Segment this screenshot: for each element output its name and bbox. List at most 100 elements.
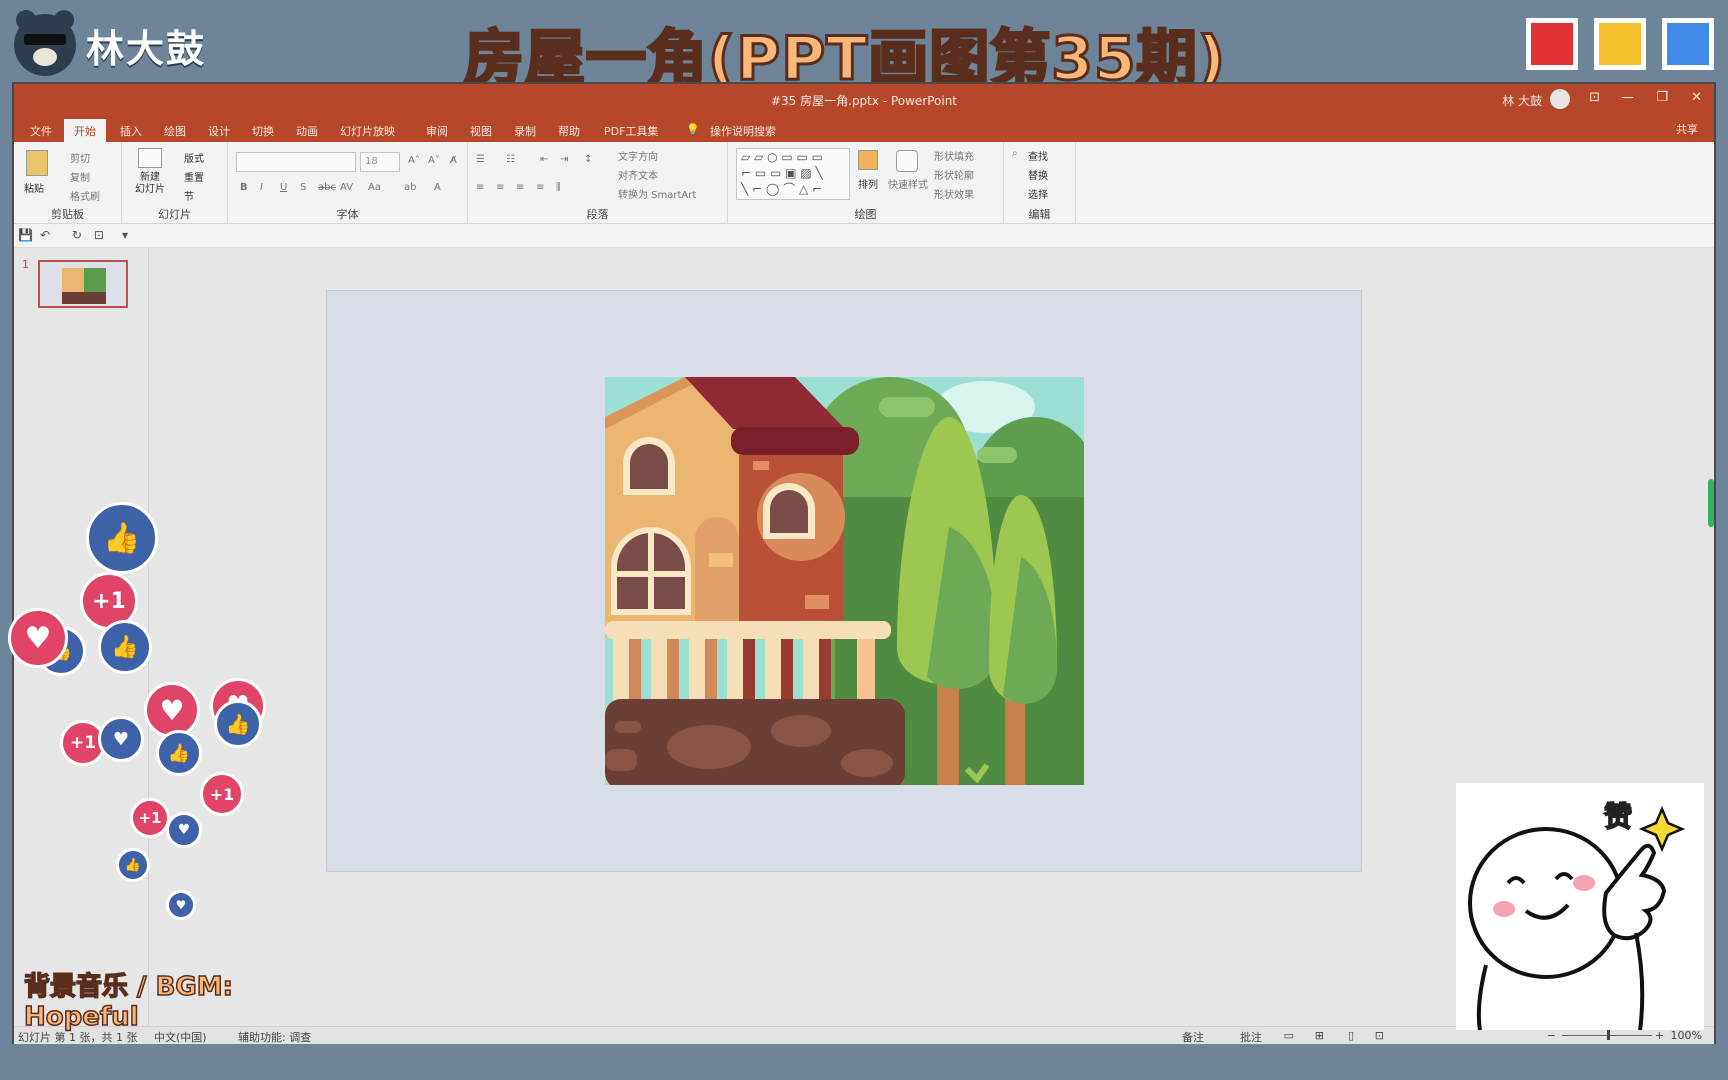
- align-text-button[interactable]: 对齐文本: [618, 167, 658, 182]
- select-button[interactable]: 选择: [1028, 186, 1048, 201]
- layout-button[interactable]: 版式: [184, 150, 204, 165]
- text-direction-button[interactable]: 文字方向: [618, 148, 658, 163]
- thumbs-up-icon: 👍: [98, 620, 152, 674]
- tab-draw[interactable]: 绘图: [154, 119, 196, 142]
- sticker-character-icon: [1468, 805, 1686, 1032]
- format-painter-button[interactable]: 格式刷: [70, 188, 100, 203]
- align-center-icon[interactable]: ≡: [496, 182, 504, 193]
- underline-icon[interactable]: U: [280, 182, 287, 193]
- columns-icon[interactable]: ⫼: [556, 182, 561, 193]
- increase-indent-icon[interactable]: ⇥: [560, 154, 568, 165]
- numbering-icon[interactable]: ☷: [506, 154, 515, 165]
- user-name[interactable]: 林 大鼓: [1502, 92, 1542, 109]
- scroll-handle[interactable]: [1708, 479, 1714, 527]
- clipboard-label: 剪贴板: [51, 208, 84, 221]
- tab-file[interactable]: 文件: [20, 119, 62, 142]
- shape-effects-button[interactable]: 形状效果: [934, 186, 974, 201]
- minimize-icon[interactable]: —: [1621, 90, 1634, 105]
- undo-icon[interactable]: ↶: [40, 228, 50, 242]
- ribbon-display-icon[interactable]: ⊡: [1589, 90, 1600, 105]
- strikethrough-icon[interactable]: abc: [318, 182, 336, 193]
- reset-button[interactable]: 重置: [184, 169, 204, 184]
- tab-slideshow[interactable]: 幻灯片放映: [330, 119, 405, 142]
- zoom-slider-thumb[interactable]: [1607, 1030, 1610, 1040]
- customize-qat-icon[interactable]: ▾: [122, 228, 128, 242]
- restore-icon[interactable]: ❐: [1656, 90, 1668, 105]
- zoom-level[interactable]: 100%: [1671, 1029, 1702, 1042]
- shadow-icon[interactable]: S: [300, 182, 306, 193]
- slides-label: 幻灯片: [158, 208, 191, 221]
- new-slide-icon[interactable]: [138, 148, 162, 168]
- section-button[interactable]: 节: [184, 188, 194, 203]
- highlight-icon[interactable]: ab: [404, 182, 416, 193]
- font-color-icon[interactable]: A: [434, 182, 441, 193]
- tab-review[interactable]: 审阅: [416, 119, 458, 142]
- hill-highlight: [879, 397, 935, 417]
- share-button[interactable]: 共享: [1676, 121, 1698, 137]
- heart-icon: ♥: [8, 608, 68, 668]
- slide-canvas[interactable]: [326, 290, 1362, 872]
- plus-one-badge: +1: [200, 772, 244, 816]
- font-label: 字体: [336, 208, 359, 221]
- user-avatar-icon[interactable]: [1550, 89, 1570, 109]
- spacing-icon[interactable]: AV: [340, 182, 353, 193]
- tab-home[interactable]: 开始: [64, 119, 106, 142]
- shape-fill-button[interactable]: 形状填充: [934, 148, 974, 163]
- grow-font-icon[interactable]: A˄: [408, 155, 420, 166]
- slide-thumbnail[interactable]: [38, 260, 128, 308]
- new-slide-button[interactable]: 新建 幻灯片: [130, 172, 170, 196]
- tell-me-search[interactable]: 操作说明搜索: [700, 119, 786, 142]
- tab-design[interactable]: 设计: [198, 119, 240, 142]
- tab-view[interactable]: 视图: [460, 119, 502, 142]
- tab-pdf-tools[interactable]: PDF工具集: [594, 119, 668, 142]
- zoom-out-icon[interactable]: −: [1547, 1029, 1556, 1042]
- replace-button[interactable]: 替换: [1028, 167, 1048, 182]
- shapes-gallery[interactable]: ▱ ▱ ○ ▭ ▭ ▭ ⌐ ▭ ▭ ▣ ▨ ╲ ╲ ⌐ ◯ ⌒ △ ⌐: [736, 148, 850, 200]
- comments-button[interactable]: 批注: [1240, 1029, 1262, 1045]
- line-spacing-icon[interactable]: ↕: [584, 154, 592, 165]
- zoom-in-icon[interactable]: +: [1655, 1029, 1664, 1042]
- reading-view-icon[interactable]: ▯: [1348, 1029, 1354, 1042]
- font-size-select[interactable]: 18: [360, 152, 400, 172]
- close-icon[interactable]: ✕: [1691, 90, 1702, 105]
- arrange-button[interactable]: 排列: [858, 176, 878, 191]
- justify-icon[interactable]: ≡: [536, 182, 544, 193]
- drawing-group: ▱ ▱ ○ ▭ ▭ ▭ ⌐ ▭ ▭ ▣ ▨ ╲ ╲ ⌐ ◯ ⌒ △ ⌐ 排列 快速样…: [728, 142, 1004, 224]
- ribbon: 粘贴 剪切 复制 格式刷 剪贴板 新建 幻灯片 版式 重置 节 幻灯片 18 A˄…: [14, 142, 1714, 224]
- clear-format-icon[interactable]: A̸: [450, 155, 457, 166]
- align-left-icon[interactable]: ≡: [476, 182, 484, 193]
- bullets-icon[interactable]: ☰: [476, 154, 485, 165]
- align-right-icon[interactable]: ≡: [516, 182, 524, 193]
- tab-record[interactable]: 录制: [504, 119, 546, 142]
- change-case-icon[interactable]: Aa: [368, 182, 381, 193]
- slideshow-icon[interactable]: ⊡: [1375, 1029, 1384, 1042]
- quick-styles-button[interactable]: 快速样式: [888, 176, 928, 191]
- paste-button[interactable]: 粘贴: [24, 180, 44, 195]
- find-button[interactable]: 查找: [1028, 148, 1048, 163]
- bold-icon[interactable]: B: [240, 182, 248, 193]
- quick-styles-icon[interactable]: [896, 150, 918, 172]
- slide-sorter-icon[interactable]: ⊞: [1315, 1029, 1324, 1042]
- tab-animations[interactable]: 动画: [286, 119, 328, 142]
- italic-icon[interactable]: I: [260, 182, 263, 193]
- normal-view-icon[interactable]: ▭: [1284, 1029, 1294, 1042]
- heart-badge-icon: ♥: [166, 890, 196, 920]
- decrease-indent-icon[interactable]: ⇤: [540, 154, 548, 165]
- tab-help[interactable]: 帮助: [548, 119, 590, 142]
- copy-button[interactable]: 复制: [70, 169, 90, 184]
- paste-icon[interactable]: [26, 150, 48, 176]
- shrink-font-icon[interactable]: A˅: [428, 155, 440, 166]
- notes-button[interactable]: 备注: [1182, 1029, 1204, 1045]
- arrange-icon[interactable]: [858, 150, 878, 170]
- shape-outline-button[interactable]: 形状轮廓: [934, 167, 974, 182]
- present-icon[interactable]: ⊡: [94, 228, 104, 242]
- tab-transitions[interactable]: 切换: [242, 119, 284, 142]
- thumbs-up-icon: 👍: [86, 502, 158, 574]
- redo-icon[interactable]: ↻: [72, 228, 82, 242]
- cut-button[interactable]: 剪切: [70, 150, 90, 165]
- font-family-select[interactable]: [236, 152, 356, 172]
- house-corner-illustration[interactable]: [605, 377, 1084, 785]
- save-icon[interactable]: 💾: [18, 228, 33, 242]
- tab-insert[interactable]: 插入: [110, 119, 152, 142]
- convert-smartart-button[interactable]: 转换为 SmartArt: [618, 186, 696, 201]
